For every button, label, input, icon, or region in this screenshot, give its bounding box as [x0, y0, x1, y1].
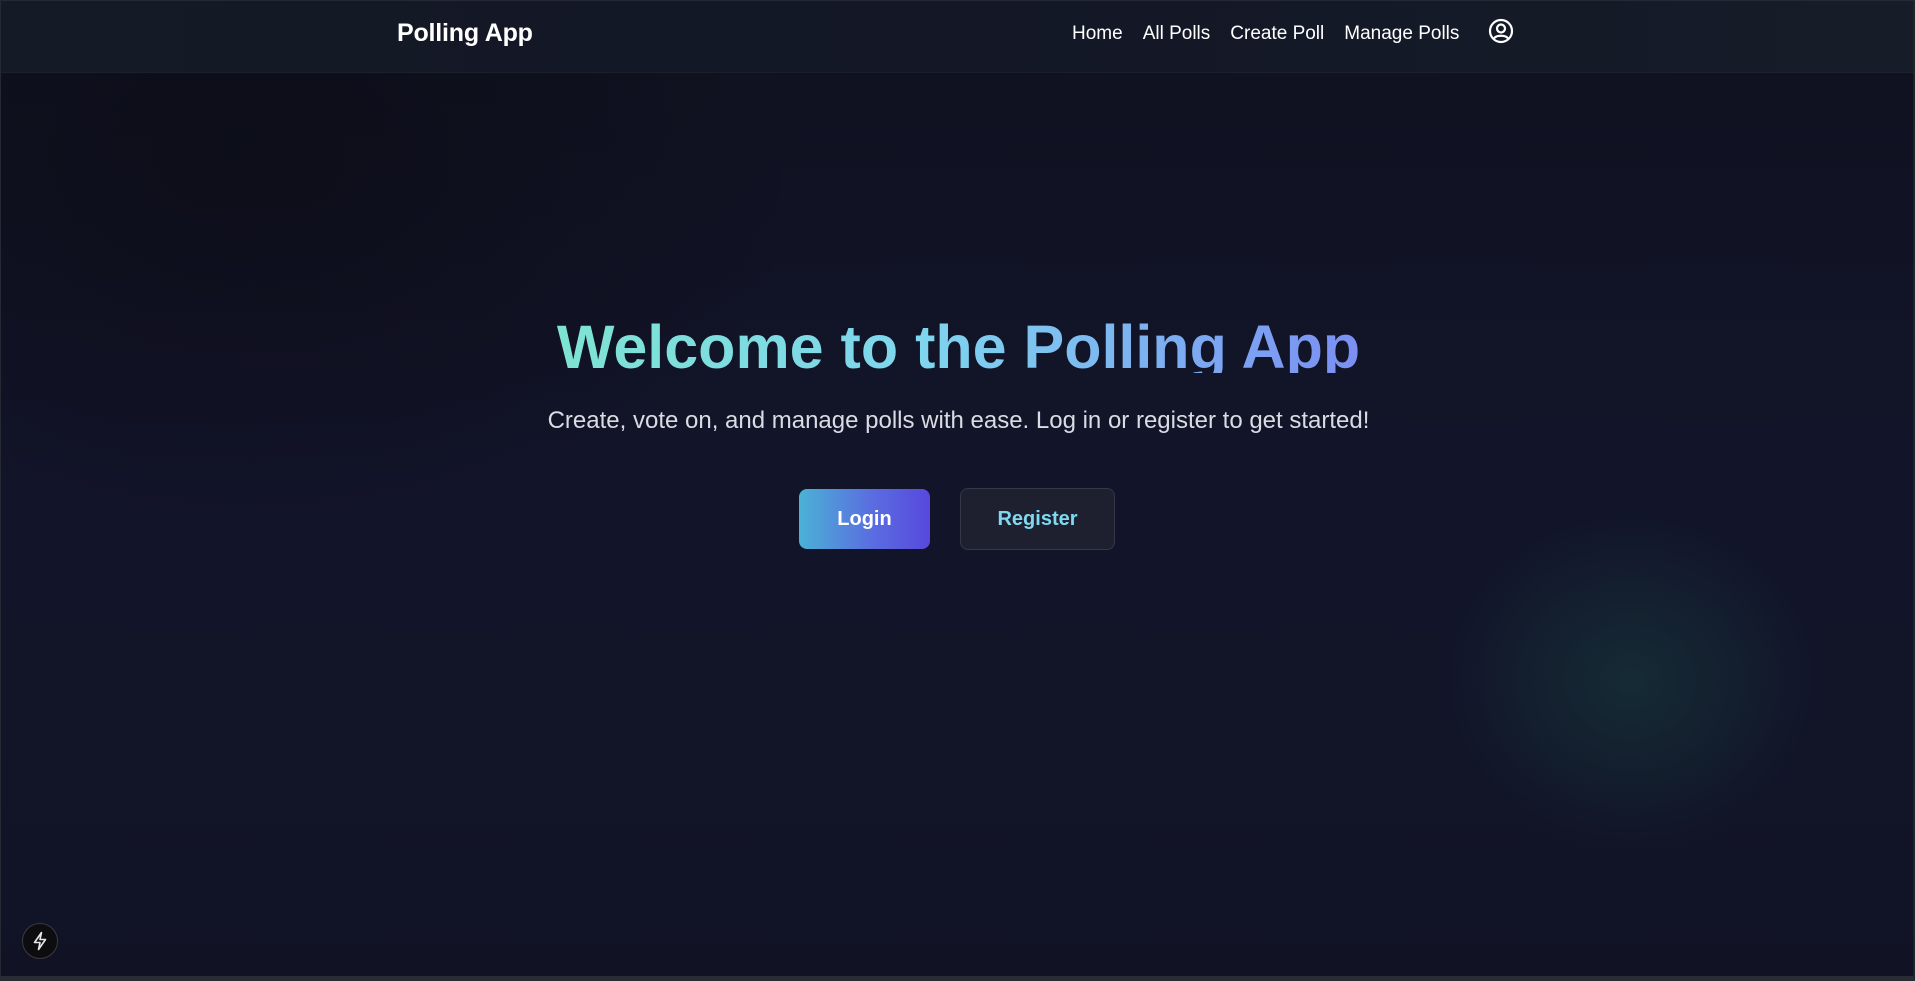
register-button[interactable]: Register	[960, 488, 1115, 550]
user-circle-icon[interactable]	[1488, 18, 1514, 44]
nav-link-all-polls[interactable]: All Polls	[1143, 23, 1211, 45]
hero-subtitle: Create, vote on, and manage polls with e…	[547, 407, 1370, 434]
brand-logo[interactable]: Polling App	[397, 19, 533, 48]
navbar: Polling App Home All Polls Create Poll M…	[1, 1, 1913, 73]
nav-link-manage-polls[interactable]: Manage Polls	[1344, 23, 1459, 45]
hero-title: Welcome to the Polling App	[1, 309, 1913, 373]
nav-link-create-poll[interactable]: Create Poll	[1230, 23, 1324, 45]
nav-links: Home All Polls Create Poll Manage Polls	[1072, 23, 1459, 45]
dev-tools-button[interactable]	[22, 923, 58, 959]
nav-link-home[interactable]: Home	[1072, 23, 1123, 45]
lightning-bolt-icon	[33, 931, 47, 951]
login-button[interactable]: Login	[799, 489, 930, 549]
app-window: Polling App Home All Polls Create Poll M…	[0, 0, 1915, 981]
hero-title-text: Welcome to the Polling App	[557, 313, 1360, 373]
